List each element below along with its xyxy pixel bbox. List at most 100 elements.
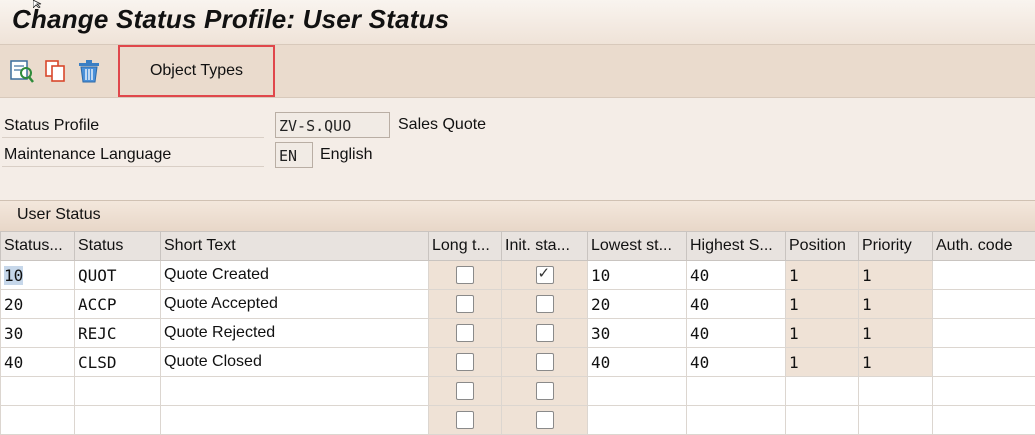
lowest-status-cell[interactable]: 30	[588, 319, 687, 348]
initial-status-cell	[502, 261, 588, 290]
short-text-cell[interactable]: Quote Closed	[161, 348, 429, 377]
status-number-cell[interactable]	[1, 406, 75, 435]
status-profile-field[interactable]: ZV-S.QUO	[275, 112, 390, 138]
initial-status-checkbox[interactable]	[536, 411, 554, 429]
short-text-cell[interactable]: Quote Rejected	[161, 319, 429, 348]
highest-status-cell[interactable]	[687, 377, 786, 406]
auth-code-cell[interactable]	[933, 406, 1035, 435]
status-profile-label: Status Profile	[2, 113, 264, 138]
long-text-cell	[429, 319, 502, 348]
short-text-cell[interactable]	[161, 406, 429, 435]
short-text-cell[interactable]	[161, 377, 429, 406]
priority-cell[interactable]	[859, 377, 933, 406]
auth-code-cell[interactable]	[933, 261, 1035, 290]
section-title: User Status	[17, 206, 101, 224]
column-header[interactable]: Long t...	[429, 232, 502, 261]
auth-code-cell[interactable]	[933, 348, 1035, 377]
initial-status-checkbox[interactable]	[536, 324, 554, 342]
long-text-checkbox[interactable]	[456, 266, 474, 284]
status-number-cell[interactable]: 40	[1, 348, 75, 377]
maintenance-language-description: English	[320, 142, 372, 168]
long-text-checkbox[interactable]	[456, 411, 474, 429]
table-row[interactable]: 10QUOTQuote Created104011	[1, 261, 1035, 290]
column-header[interactable]: Auth. code	[933, 232, 1035, 261]
priority-cell[interactable]: 1	[859, 348, 933, 377]
empty-table-row[interactable]	[1, 406, 1035, 435]
initial-status-checkbox[interactable]	[536, 295, 554, 313]
highest-status-cell[interactable]: 40	[687, 319, 786, 348]
mouse-cursor-icon	[33, 0, 43, 8]
column-header[interactable]: Short Text	[161, 232, 429, 261]
initial-status-cell	[502, 319, 588, 348]
initial-status-cell	[502, 406, 588, 435]
section-header: User Status	[0, 200, 1035, 232]
column-header[interactable]: Priority	[859, 232, 933, 261]
highest-status-cell[interactable]: 40	[687, 290, 786, 319]
short-text-cell[interactable]: Quote Created	[161, 261, 429, 290]
auth-code-cell[interactable]	[933, 290, 1035, 319]
long-text-checkbox[interactable]	[456, 295, 474, 313]
priority-cell[interactable]: 1	[859, 319, 933, 348]
initial-status-checkbox[interactable]	[536, 353, 554, 371]
position-cell[interactable]: 1	[786, 290, 859, 319]
status-code-cell[interactable]	[75, 377, 161, 406]
priority-cell[interactable]: 1	[859, 261, 933, 290]
maintenance-language-field[interactable]: EN	[275, 142, 313, 168]
selected-text: 10	[4, 266, 23, 285]
highest-status-cell[interactable]: 40	[687, 261, 786, 290]
long-text-checkbox[interactable]	[456, 324, 474, 342]
initial-status-checkbox[interactable]	[536, 266, 554, 284]
column-header[interactable]: Lowest st...	[588, 232, 687, 261]
highest-status-cell[interactable]	[687, 406, 786, 435]
short-text-cell[interactable]: Quote Accepted	[161, 290, 429, 319]
status-code-cell[interactable]: QUOT	[75, 261, 161, 290]
user-status-section: User Status Status... Status Short Text …	[0, 200, 1035, 431]
maintenance-language-label: Maintenance Language	[2, 142, 264, 167]
object-types-button[interactable]: Object Types	[118, 45, 275, 97]
lowest-status-cell[interactable]: 40	[588, 348, 687, 377]
long-text-checkbox[interactable]	[456, 382, 474, 400]
table-row[interactable]: 40CLSDQuote Closed404011	[1, 348, 1035, 377]
column-header[interactable]: Position	[786, 232, 859, 261]
priority-cell[interactable]: 1	[859, 290, 933, 319]
priority-cell[interactable]	[859, 406, 933, 435]
status-code-cell[interactable]	[75, 406, 161, 435]
auth-code-cell[interactable]	[933, 319, 1035, 348]
position-cell[interactable]: 1	[786, 261, 859, 290]
column-header[interactable]: Highest S...	[687, 232, 786, 261]
display-change-icon[interactable]	[8, 57, 36, 85]
column-header[interactable]: Status	[75, 232, 161, 261]
copy-icon[interactable]	[42, 57, 70, 85]
status-code-cell[interactable]: REJC	[75, 319, 161, 348]
position-cell[interactable]: 1	[786, 348, 859, 377]
status-number-cell[interactable]	[1, 377, 75, 406]
status-number-cell[interactable]: 10	[1, 261, 75, 290]
column-header[interactable]: Status...	[1, 232, 75, 261]
lowest-status-cell[interactable]	[588, 406, 687, 435]
long-text-checkbox[interactable]	[456, 353, 474, 371]
status-code-cell[interactable]: ACCP	[75, 290, 161, 319]
status-number-cell[interactable]: 20	[1, 290, 75, 319]
table-row[interactable]: 20ACCPQuote Accepted204011	[1, 290, 1035, 319]
title-bar: Change Status Profile: User Status	[0, 0, 1035, 45]
user-status-table: Status... Status Short Text Long t... In…	[0, 231, 1035, 435]
lowest-status-cell[interactable]: 20	[588, 290, 687, 319]
position-cell[interactable]	[786, 406, 859, 435]
status-code-cell[interactable]: CLSD	[75, 348, 161, 377]
auth-code-cell[interactable]	[933, 377, 1035, 406]
lowest-status-cell[interactable]	[588, 377, 687, 406]
position-cell[interactable]	[786, 377, 859, 406]
status-number-cell[interactable]: 30	[1, 319, 75, 348]
lowest-status-cell[interactable]: 10	[588, 261, 687, 290]
empty-table-row[interactable]	[1, 377, 1035, 406]
delete-icon[interactable]	[75, 57, 103, 85]
initial-status-checkbox[interactable]	[536, 382, 554, 400]
highest-status-cell[interactable]: 40	[687, 348, 786, 377]
application-toolbar: Object Types	[0, 45, 1035, 98]
position-cell[interactable]: 1	[786, 319, 859, 348]
table-row[interactable]: 30REJCQuote Rejected304011	[1, 319, 1035, 348]
page-title: Change Status Profile: User Status	[12, 4, 449, 35]
column-header[interactable]: Init. sta...	[502, 232, 588, 261]
table-header-row: Status... Status Short Text Long t... In…	[1, 232, 1035, 261]
long-text-cell	[429, 290, 502, 319]
